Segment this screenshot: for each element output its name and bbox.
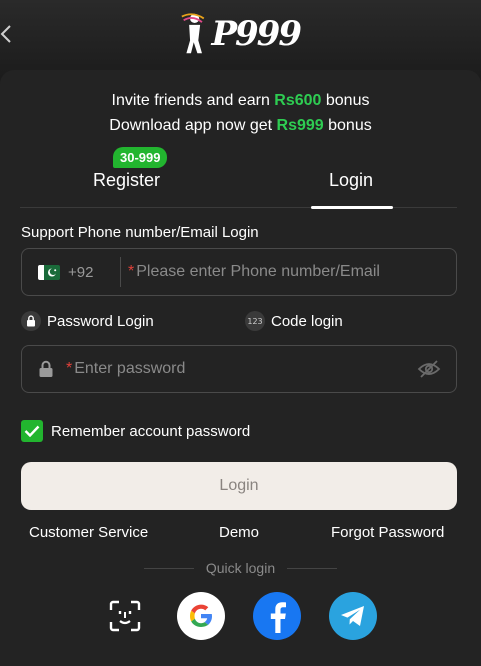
required-mark: * — [66, 360, 73, 377]
pakistan-flag-icon — [38, 264, 60, 280]
promo-amount: Rs999 — [276, 117, 324, 134]
password-input[interactable]: * Enter password — [66, 360, 416, 378]
check-icon — [21, 420, 43, 442]
brand-logo-text: P999 — [211, 14, 302, 54]
back-button[interactable] — [0, 22, 20, 46]
login-button[interactable]: Login — [21, 462, 457, 510]
cricket-player-icon — [181, 13, 205, 54]
quick-login-divider: Quick login — [0, 560, 481, 576]
promo-text: bonus — [321, 92, 370, 109]
demo-link[interactable]: Demo — [219, 524, 259, 541]
brand-logo: P999 — [180, 8, 302, 60]
customer-service-link[interactable]: Customer Service — [29, 524, 148, 541]
remember-password-label: Remember account password — [51, 422, 251, 440]
promo-text: Download app now get — [109, 117, 277, 134]
code-login-label: Code login — [271, 312, 343, 330]
required-mark: * — [128, 263, 135, 280]
code-login-option[interactable]: 123 Code login — [245, 311, 343, 331]
password-placeholder: Enter password — [74, 360, 186, 377]
tab-register[interactable]: Register — [93, 170, 160, 191]
country-code-selector[interactable]: +92 — [68, 264, 112, 281]
tab-login[interactable]: Login — [329, 170, 373, 191]
eye-off-icon[interactable] — [416, 360, 442, 378]
remember-password-checkbox[interactable]: Remember account password — [21, 420, 250, 442]
phone-placeholder: Please enter Phone number/Email — [136, 263, 380, 280]
promo-amount: Rs600 — [274, 92, 322, 109]
divider-line — [287, 567, 338, 569]
password-login-option[interactable]: Password Login — [21, 311, 154, 331]
password-field[interactable]: * Enter password — [21, 345, 457, 393]
telegram-icon — [341, 606, 364, 626]
google-icon — [190, 604, 212, 627]
field-divider — [120, 257, 121, 287]
register-bonus-badge: 30-999 — [113, 147, 168, 168]
phone-field[interactable]: +92 * Please enter Phone number/Email — [21, 248, 457, 296]
quick-login-label: Quick login — [205, 560, 276, 576]
promo-text: Invite friends and earn — [111, 92, 275, 109]
promo-line-2: Download app now get Rs999 bonus — [0, 117, 481, 135]
telegram-login-button[interactable] — [329, 592, 377, 640]
chevron-left-icon — [0, 25, 11, 43]
lock-icon — [21, 311, 41, 331]
facebook-login-button[interactable] — [253, 592, 301, 640]
google-login-button[interactable] — [177, 592, 225, 640]
phone-input[interactable]: * Please enter Phone number/Email — [128, 263, 380, 281]
auth-tabs: 30-999 Register Login — [20, 147, 457, 209]
forgot-password-link[interactable]: Forgot Password — [331, 524, 444, 541]
support-label: Support Phone number/Email Login — [21, 224, 259, 241]
code-icon: 123 — [245, 311, 265, 331]
promo-text: bonus — [323, 117, 372, 134]
divider-line — [143, 567, 194, 569]
face-id-icon — [109, 600, 141, 632]
lock-icon — [36, 360, 56, 378]
promo-line-1: Invite friends and earn Rs600 bonus — [0, 92, 481, 110]
code-icon-text: 123 — [247, 316, 263, 326]
password-login-label: Password Login — [47, 312, 154, 330]
facebook-icon — [270, 602, 286, 633]
face-login-button[interactable] — [101, 592, 149, 640]
active-tab-indicator — [311, 206, 393, 209]
